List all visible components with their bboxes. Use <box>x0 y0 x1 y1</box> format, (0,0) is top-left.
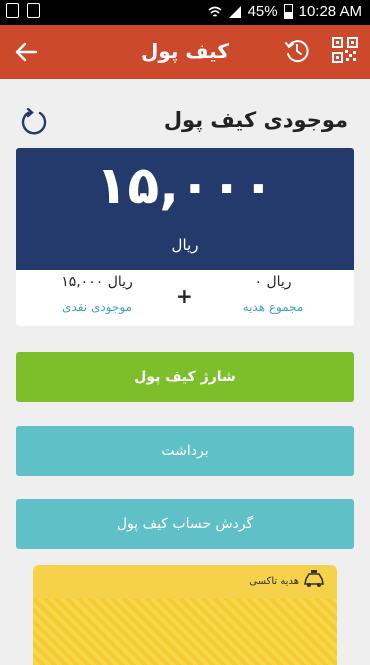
cash-balance-value: ۱۵,۰۰۰ ریال <box>61 274 133 290</box>
taxi-gift-card[interactable]: هدیه تاکسی <box>33 565 337 665</box>
gift-card-label: هدیه تاکسی <box>249 576 299 587</box>
history-icon[interactable] <box>283 37 311 65</box>
balance-header: ۱۵,۰۰۰ ریال <box>16 148 354 270</box>
balance-amount: ۱۵,۰۰۰ <box>95 156 275 216</box>
charge-wallet-button[interactable]: شارژ کیف پول <box>16 352 354 402</box>
taxi-icon <box>304 570 324 587</box>
withdraw-button[interactable]: برداشت <box>16 426 354 476</box>
cash-balance: ۱۵,۰۰۰ ریال موجودی نقدی <box>22 274 172 314</box>
battery-icon <box>283 4 293 19</box>
cash-balance-label: موجودی نقدی <box>62 300 132 314</box>
refresh-icon[interactable] <box>18 108 48 138</box>
balance-card: ۱۵,۰۰۰ ریال ۱۵,۰۰۰ ریال موجودی نقدی + ۰ … <box>16 148 354 326</box>
app-bar: کیف پول <box>0 25 370 79</box>
qr-code-icon[interactable] <box>332 37 358 63</box>
gift-card-pattern <box>33 599 337 665</box>
wifi-icon <box>208 6 222 17</box>
gift-total: ۰ ریال مجموع هدیه <box>198 274 348 314</box>
gift-total-label: مجموع هدیه <box>242 300 304 314</box>
status-bar: 45% 10:28 AM <box>0 0 370 25</box>
gift-total-value: ۰ ریال <box>254 274 292 290</box>
plus-sign: + <box>176 284 193 308</box>
page-title: کیف پول <box>141 39 229 63</box>
clock: 10:28 AM <box>298 3 362 20</box>
balance-unit: ریال <box>171 236 199 254</box>
battery-percent: 45% <box>247 3 278 20</box>
wallet-history-button[interactable]: گردش حساب کیف پول <box>16 499 354 549</box>
notification-icon <box>6 3 19 18</box>
wallet-balance-title: موجودی کیف پول <box>163 108 348 132</box>
sim-icon <box>27 3 40 18</box>
signal-icon <box>228 5 241 18</box>
